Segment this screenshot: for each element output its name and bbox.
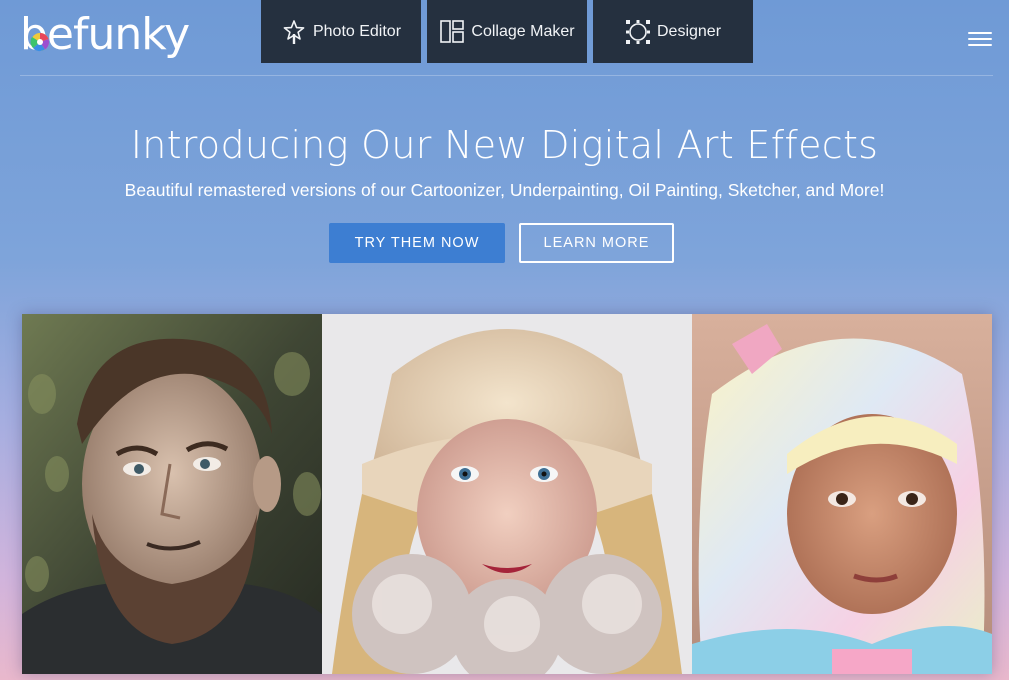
nav-tab-photo-editor[interactable]: Photo Editor: [261, 0, 421, 63]
learn-more-button[interactable]: LEARN MORE: [519, 223, 674, 263]
effects-gallery: [22, 314, 992, 674]
gallery-image-girl-pastel-hair: [692, 314, 992, 674]
hamburger-menu-icon[interactable]: [968, 30, 992, 48]
befunky-logo[interactable]: befunky: [20, 10, 190, 66]
nav-tab-label: Photo Editor: [312, 22, 402, 40]
hero-title: Introducing Our New Digital Art Effects: [130, 123, 879, 167]
nav-tab-collage-maker[interactable]: Collage Maker: [427, 0, 587, 63]
try-them-now-button[interactable]: TRY THEM NOW: [329, 223, 505, 263]
color-wheel-icon: [30, 32, 50, 52]
site-header: befunky Photo Editor Collage Maker Desig…: [0, 0, 1009, 76]
gallery-image-woman-fur-hat: [322, 314, 692, 674]
hero-subtitle: Beautiful remastered versions of our Car…: [124, 180, 885, 200]
nav-tab-designer[interactable]: Designer: [593, 0, 753, 63]
designer-circle-icon: [625, 19, 650, 44]
star-wand-icon: [283, 19, 305, 44]
gallery-image-bearded-man: [22, 314, 322, 674]
header-divider: [20, 75, 993, 76]
nav-tab-label: Collage Maker: [471, 22, 575, 40]
collage-grid-icon: [440, 19, 465, 43]
nav-tab-label: Designer: [656, 22, 722, 40]
